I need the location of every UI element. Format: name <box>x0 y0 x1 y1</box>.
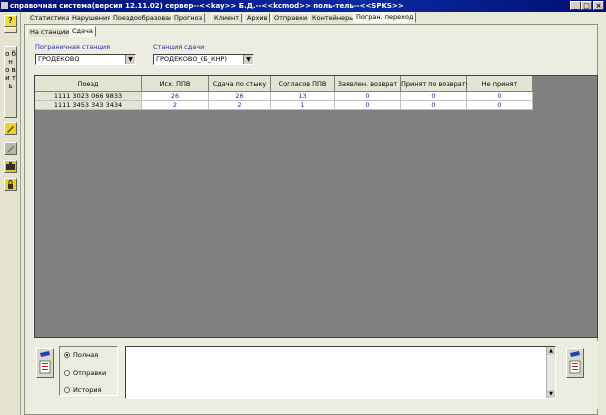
tab-forecast[interactable]: Прогноз <box>171 13 206 23</box>
maximize-button[interactable]: □ <box>581 1 592 10</box>
refresh-button[interactable]: о б н о в и т ь <box>4 46 17 118</box>
tab-client[interactable]: Клиент <box>211 13 243 23</box>
handover-station-label: Станция сдачи <box>153 43 205 51</box>
cell-accepted-return[interactable]: 0 <box>401 92 467 101</box>
column-header-declared-return[interactable]: Заявлен. возврат <box>335 76 401 92</box>
tab-archive[interactable]: Архив <box>244 13 271 23</box>
lock-icon[interactable] <box>4 178 17 191</box>
tab-containers[interactable]: Контейнеры <box>309 13 358 23</box>
cell-handover[interactable]: 26 <box>209 92 271 101</box>
handover-station-value: ГРОДЕКОВО_(Б_КНР) <box>156 55 227 63</box>
scroll-down-icon[interactable]: ▼ <box>547 390 555 398</box>
cell-out-ppv[interactable]: 26 <box>142 92 209 101</box>
subtab-handover[interactable]: Сдача <box>69 26 96 37</box>
column-header-not-accepted[interactable]: Не принят <box>467 76 533 92</box>
tab-shipments[interactable]: Отправки <box>271 13 311 23</box>
toolbar-separator <box>4 27 17 33</box>
radio-dot[interactable] <box>64 387 70 393</box>
briefcase-icon[interactable] <box>4 160 17 173</box>
cell-declared-return[interactable]: 0 <box>335 101 401 110</box>
report-export-icon[interactable] <box>36 348 54 378</box>
border-station-value: ГРОДЕКОВО <box>38 55 80 63</box>
cell-handover[interactable]: 2 <box>209 101 271 110</box>
border-station-select[interactable]: ГРОДЕКОВО ▼ <box>35 54 136 65</box>
tab-violations[interactable]: Нарушения <box>69 13 115 23</box>
radio-full[interactable]: Полная <box>64 351 98 359</box>
radio-dot-selected[interactable] <box>64 352 70 358</box>
cell-declared-return[interactable]: 0 <box>335 92 401 101</box>
scroll-up-icon[interactable]: ▲ <box>547 347 555 355</box>
chevron-down-icon[interactable]: ▼ <box>125 55 135 64</box>
tab-border-crossing[interactable]: Погран. переход <box>353 12 417 23</box>
column-header-out-ppv[interactable]: Исх. ППВ <box>142 76 209 92</box>
disabled-tool-icon[interactable] <box>4 142 17 155</box>
notes-textarea[interactable]: ▲ ▼ <box>125 346 556 399</box>
minimize-button[interactable]: _ <box>570 1 581 10</box>
radio-shipments-label: Отправки <box>73 369 107 377</box>
radio-shipments[interactable]: Отправки <box>64 369 106 377</box>
subtab-at-station[interactable]: На станции <box>27 27 73 37</box>
column-header-train[interactable]: Поезд <box>35 76 142 92</box>
help-button[interactable]: ? <box>4 15 17 27</box>
left-toolbar: ? о б н о в и т ь <box>0 12 21 415</box>
cell-not-accepted[interactable]: 0 <box>467 92 533 101</box>
radio-history-label: История <box>73 386 102 394</box>
handover-station-select[interactable]: ГРОДЕКОВО_(Б_КНР) ▼ <box>153 54 254 65</box>
close-button[interactable]: × <box>593 1 604 10</box>
print-report-icon[interactable] <box>566 348 584 378</box>
view-mode-radio-group: Полная Отправки История <box>59 346 118 396</box>
tab-statistics[interactable]: Статистика <box>27 13 73 23</box>
data-grid[interactable]: Поезд Исх. ППВ Сдача по стыку Согласов П… <box>34 75 598 338</box>
cell-train[interactable]: 1111 3023 066 9833 <box>35 92 142 101</box>
title-bar: справочная система(версия 12.11.02) серв… <box>0 0 606 12</box>
chevron-down-icon[interactable]: ▼ <box>243 55 253 64</box>
cell-out-ppv[interactable]: 2 <box>142 101 209 110</box>
radio-dot[interactable] <box>64 370 70 376</box>
cell-agreed-ppv[interactable]: 1 <box>271 101 335 110</box>
vertical-scrollbar[interactable]: ▲ ▼ <box>546 347 555 398</box>
cell-agreed-ppv[interactable]: 13 <box>271 92 335 101</box>
radio-history[interactable]: История <box>64 386 101 394</box>
edit-pencil-icon[interactable] <box>4 122 17 135</box>
app-icon[interactable] <box>1 2 8 9</box>
window-title: справочная система(версия 12.11.02) серв… <box>10 2 404 10</box>
radio-full-label: Полная <box>73 351 99 359</box>
cell-accepted-return[interactable]: 0 <box>401 101 467 110</box>
column-header-accepted-return[interactable]: Принят по возврату <box>401 76 469 92</box>
border-station-label: Пограничная станция <box>35 43 111 51</box>
cell-not-accepted[interactable]: 0 <box>467 101 533 110</box>
cell-train[interactable]: 1111 3453 343 3434 <box>35 101 142 110</box>
column-header-agreed-ppv[interactable]: Согласов ППВ <box>271 76 335 92</box>
column-header-handover[interactable]: Сдача по стыку <box>209 76 271 92</box>
